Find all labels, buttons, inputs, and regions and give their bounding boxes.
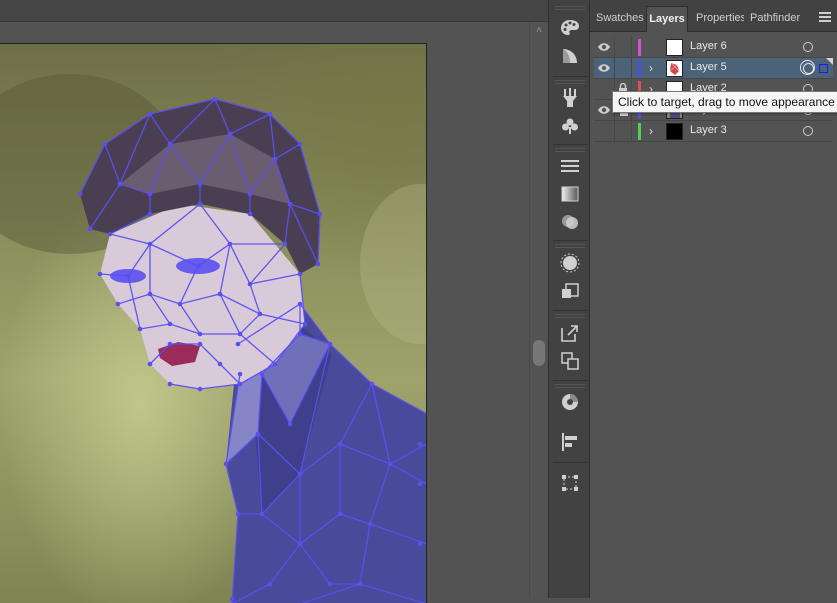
target-circle-icon[interactable] — [800, 60, 815, 75]
dock-grip[interactable] — [555, 314, 585, 320]
lock-toggle[interactable] — [614, 37, 632, 57]
target-tooltip: Click to target, drag to move appearance — [612, 91, 837, 113]
layers-panel: Swatches Layers Properties Pathfinder La… — [590, 0, 837, 598]
lock-toggle[interactable] — [614, 121, 632, 141]
tab-pathfinder[interactable]: Pathfinder — [750, 6, 802, 32]
tab-swatches[interactable]: Swatches — [596, 6, 646, 32]
panel-tab-bar: Swatches Layers Properties Pathfinder — [590, 0, 837, 32]
layer-name[interactable]: Layer 6 — [690, 40, 727, 52]
document-tab-bar — [0, 0, 548, 22]
layer-name[interactable]: Layer 3 — [690, 124, 727, 136]
layer-color-bar — [638, 39, 641, 56]
transform-icon[interactable] — [558, 471, 582, 495]
layer-row-5[interactable]: › Layer 5 — [594, 58, 833, 79]
corner-triangle-icon — [826, 58, 833, 65]
document-canvas[interactable] — [0, 0, 529, 603]
hamburger-menu-icon[interactable] — [819, 12, 831, 22]
palette-icon[interactable] — [558, 16, 582, 40]
visibility-eye-icon[interactable] — [597, 104, 611, 116]
gradient-icon[interactable] — [558, 182, 582, 206]
export-icon[interactable] — [558, 321, 582, 345]
layer-thumbnail — [666, 60, 683, 77]
layer-list: Layer 6 › Layer 5 › Layer 2 › Layer 3 — [594, 37, 833, 142]
artboards-icon[interactable] — [558, 349, 582, 373]
dock-grip[interactable] — [555, 244, 585, 250]
chevron-right-icon[interactable]: › — [649, 124, 659, 138]
gradient-swatch-icon[interactable] — [558, 44, 582, 68]
selection-indicator[interactable] — [819, 64, 828, 73]
panel-dock — [548, 0, 590, 598]
scroll-up-arrow-icon[interactable]: ˄ — [534, 26, 544, 36]
appearance-icon[interactable] — [558, 251, 582, 275]
graphic-styles-icon[interactable] — [558, 280, 582, 304]
layer-row-6[interactable]: Layer 6 — [594, 37, 833, 58]
layer-thumbnail — [666, 39, 683, 56]
brushes-icon[interactable] — [558, 86, 582, 110]
dock-grip[interactable] — [555, 6, 585, 12]
visibility-eye-icon[interactable] — [597, 62, 611, 74]
layer-row-3[interactable]: › Layer 3 — [594, 121, 833, 142]
layer-color-bar — [638, 60, 641, 77]
align-icon[interactable] — [558, 430, 582, 454]
lock-toggle[interactable] — [614, 58, 632, 78]
stroke-lines-icon[interactable] — [558, 154, 582, 178]
recolor-icon[interactable] — [558, 390, 582, 414]
tab-properties[interactable]: Properties — [696, 6, 744, 32]
symbols-club-icon[interactable] — [558, 114, 582, 138]
scrollbar-thumb[interactable] — [533, 340, 545, 366]
chevron-right-icon[interactable]: › — [649, 61, 659, 75]
layer-name[interactable]: Layer 5 — [690, 61, 727, 73]
layer-color-bar — [638, 123, 641, 140]
target-circle-icon[interactable] — [803, 126, 813, 136]
vertical-scrollbar[interactable]: ˄ — [529, 22, 547, 598]
portrait-artwork — [0, 74, 426, 603]
layer-thumbnail — [666, 123, 683, 140]
artboard[interactable] — [0, 43, 427, 603]
tab-layers[interactable]: Layers — [646, 6, 688, 32]
transparency-icon[interactable] — [558, 210, 582, 234]
target-circle-icon[interactable] — [803, 42, 813, 52]
visibility-eye-icon[interactable] — [597, 41, 611, 53]
